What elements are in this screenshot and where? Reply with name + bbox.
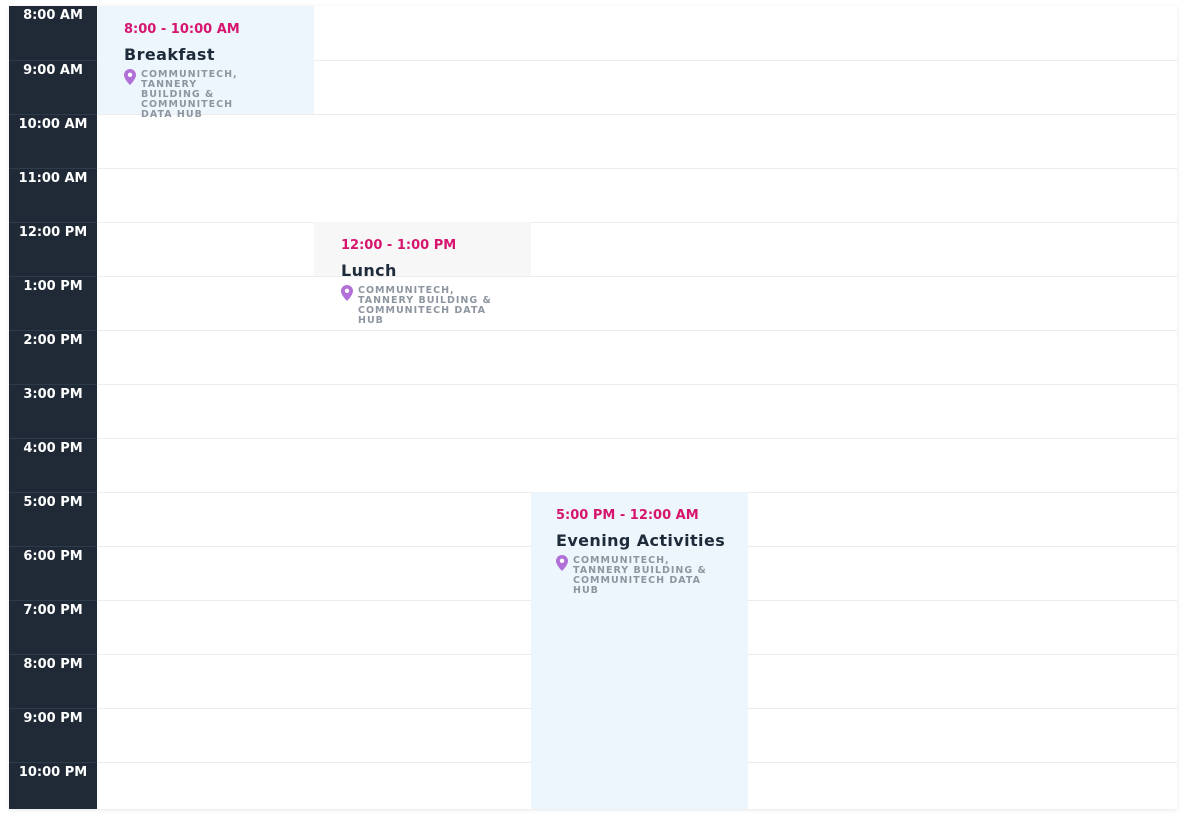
location-text: COMMUNITECH, TANNERY BUILDING & COMMUNIT…	[141, 69, 238, 120]
time-slot-label: 10:00 AM	[9, 114, 97, 168]
hour-divider	[97, 384, 1177, 385]
event-evening-activities[interactable]: 5:00 PM - 12:00 AM Evening Activities CO…	[531, 492, 748, 809]
event-title: Lunch	[341, 261, 397, 280]
map-pin-icon	[556, 555, 568, 571]
event-location: COMMUNITECH, TANNERY BUILDING & COMMUNIT…	[556, 555, 713, 596]
hour-divider	[97, 330, 1177, 331]
time-slot-label: 7:00 PM	[9, 600, 97, 654]
time-slot-label: 9:00 PM	[9, 708, 97, 762]
location-text: COMMUNITECH, TANNERY BUILDING & COMMUNIT…	[358, 285, 492, 326]
event-time: 8:00 - 10:00 AM	[124, 22, 240, 37]
event-title: Breakfast	[124, 45, 215, 64]
time-slot-label: 11:00 AM	[9, 168, 97, 222]
hour-divider	[97, 276, 1177, 277]
hour-divider	[97, 438, 1177, 439]
time-slot-label: 12:00 PM	[9, 222, 97, 276]
event-title: Evening Activities	[556, 531, 726, 550]
event-lunch[interactable]: 12:00 - 1:00 PM Lunch COMMUNITECH, TANNE…	[314, 222, 531, 326]
map-pin-icon	[341, 285, 353, 301]
hour-divider	[97, 168, 1177, 169]
time-slot-label: 4:00 PM	[9, 438, 97, 492]
hour-divider	[97, 222, 1177, 223]
schedule-grid: 8:00 - 10:00 AM Breakfast COMMUNITECH, T…	[97, 6, 1177, 809]
time-column: 8:00 AM 9:00 AM 10:00 AM 11:00 AM 12:00 …	[9, 6, 97, 809]
time-slot-label: 5:00 PM	[9, 492, 97, 546]
schedule-calendar: 8:00 AM 9:00 AM 10:00 AM 11:00 AM 12:00 …	[9, 6, 1177, 809]
event-time: 5:00 PM - 12:00 AM	[556, 508, 699, 523]
location-text: COMMUNITECH, TANNERY BUILDING & COMMUNIT…	[573, 555, 707, 596]
event-time: 12:00 - 1:00 PM	[341, 238, 457, 253]
event-location: COMMUNITECH, TANNERY BUILDING & COMMUNIT…	[124, 69, 261, 120]
time-slot-label: 6:00 PM	[9, 546, 97, 600]
time-slot-label: 2:00 PM	[9, 330, 97, 384]
event-location: COMMUNITECH, TANNERY BUILDING & COMMUNIT…	[341, 285, 498, 326]
event-breakfast[interactable]: 8:00 - 10:00 AM Breakfast COMMUNITECH, T…	[97, 6, 314, 120]
time-slot-label: 10:00 PM	[9, 762, 97, 816]
time-slot-label: 8:00 AM	[23, 8, 83, 23]
time-slot-label: 1:00 PM	[9, 276, 97, 330]
map-pin-icon	[124, 69, 136, 85]
time-slot-label: 3:00 PM	[9, 384, 97, 438]
time-slot-label: 8:00 PM	[9, 654, 97, 708]
time-slot-label: 9:00 AM	[9, 60, 97, 114]
